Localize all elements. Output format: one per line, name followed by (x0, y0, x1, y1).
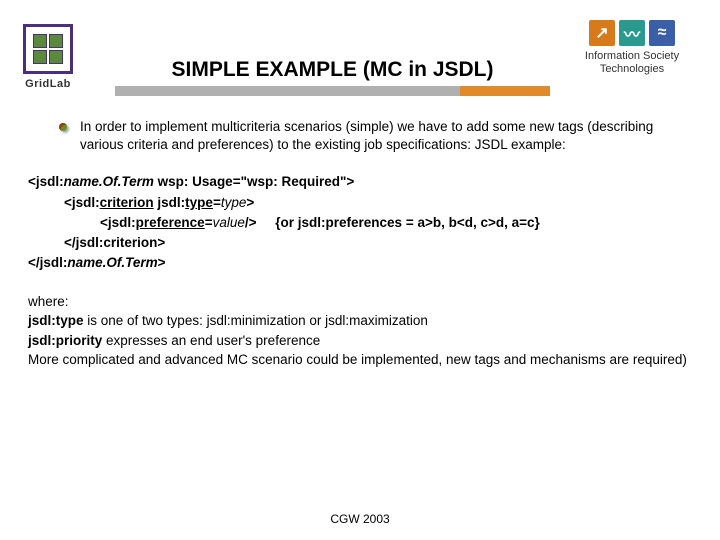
ist-logo-icons: ↗ 〰 ≈ (562, 20, 702, 46)
code-line: <jsdl:criterion jsdl:type=type> (64, 193, 692, 213)
slide-header: GridLab SIMPLE EXAMPLE (MC in JSDL) ↗ 〰 … (0, 0, 720, 100)
where-line: More complicated and advanced MC scenari… (28, 350, 692, 370)
code-token: > (158, 255, 166, 270)
code-token: <jsdl: (64, 195, 100, 210)
code-token: preference (136, 215, 205, 230)
code-token: </jsdl: (28, 255, 67, 270)
slide-title: SIMPLE EXAMPLE (MC in JSDL) (115, 58, 550, 85)
title-container: SIMPLE EXAMPLE (MC in JSDL) (115, 58, 550, 96)
code-token: name.Of.Term (67, 255, 157, 270)
jsdl-code-block: <jsdl:name.Of.Term wsp: Usage="wsp: Requ… (28, 172, 692, 273)
code-token: type (185, 195, 213, 210)
slide-content: In order to implement multicriteria scen… (0, 100, 720, 370)
code-line: </jsdl:name.Of.Term> (28, 253, 692, 273)
code-token: = (205, 215, 213, 230)
code-token: {or jsdl:preferences = a>b, b<d, c>d, a=… (275, 215, 540, 230)
code-token: <jsdl: (100, 215, 136, 230)
code-token: = (213, 195, 221, 210)
where-token: jsdl:priority (28, 333, 102, 348)
ist-logo-line2: Technologies (562, 63, 702, 76)
where-token: jsdl:type (28, 313, 84, 328)
bullet-item: In order to implement multicriteria scen… (58, 118, 692, 154)
where-line: where: (28, 292, 692, 312)
ist-logo: ↗ 〰 ≈ Information Society Technologies (562, 20, 702, 76)
approx-icon: ≈ (649, 20, 675, 46)
ist-logo-line1: Information Society (562, 50, 702, 63)
code-line: </jsdl:criterion> (64, 233, 692, 253)
where-token: expresses an end user's preference (102, 333, 320, 348)
gridlab-logo-label: GridLab (18, 78, 78, 90)
code-token: > (246, 195, 254, 210)
code-token: name.Of.Term (64, 174, 154, 189)
gridlab-logo-box (23, 24, 73, 74)
code-token: value (213, 215, 245, 230)
gridlab-logo-grid (33, 34, 63, 64)
slide-footer: CGW 2003 (0, 512, 720, 526)
code-token: type (221, 195, 247, 210)
code-line: <jsdl:name.Of.Term wsp: Usage="wsp: Requ… (28, 172, 692, 192)
title-underline (115, 86, 550, 96)
code-line: <jsdl:preference=value/> {or jsdl:prefer… (100, 213, 692, 233)
gridlab-logo: GridLab (18, 24, 78, 90)
where-line: jsdl:priority expresses an end user's pr… (28, 331, 692, 351)
code-token: <jsdl: (28, 174, 64, 189)
code-token: criterion (100, 195, 154, 210)
code-token: wsp: Usage="wsp: Required"> (154, 174, 354, 189)
wave-icon: 〰 (619, 20, 645, 46)
where-block: where: jsdl:type is one of two types: js… (28, 292, 692, 370)
arrow-icon: ↗ (589, 20, 615, 46)
code-token: jsdl: (154, 195, 186, 210)
where-token: is one of two types: jsdl:minimization o… (84, 313, 428, 328)
bullet-text: In order to implement multicriteria scen… (80, 118, 692, 154)
bullet-icon (58, 122, 70, 134)
code-token: /> (245, 215, 257, 230)
where-line: jsdl:type is one of two types: jsdl:mini… (28, 311, 692, 331)
